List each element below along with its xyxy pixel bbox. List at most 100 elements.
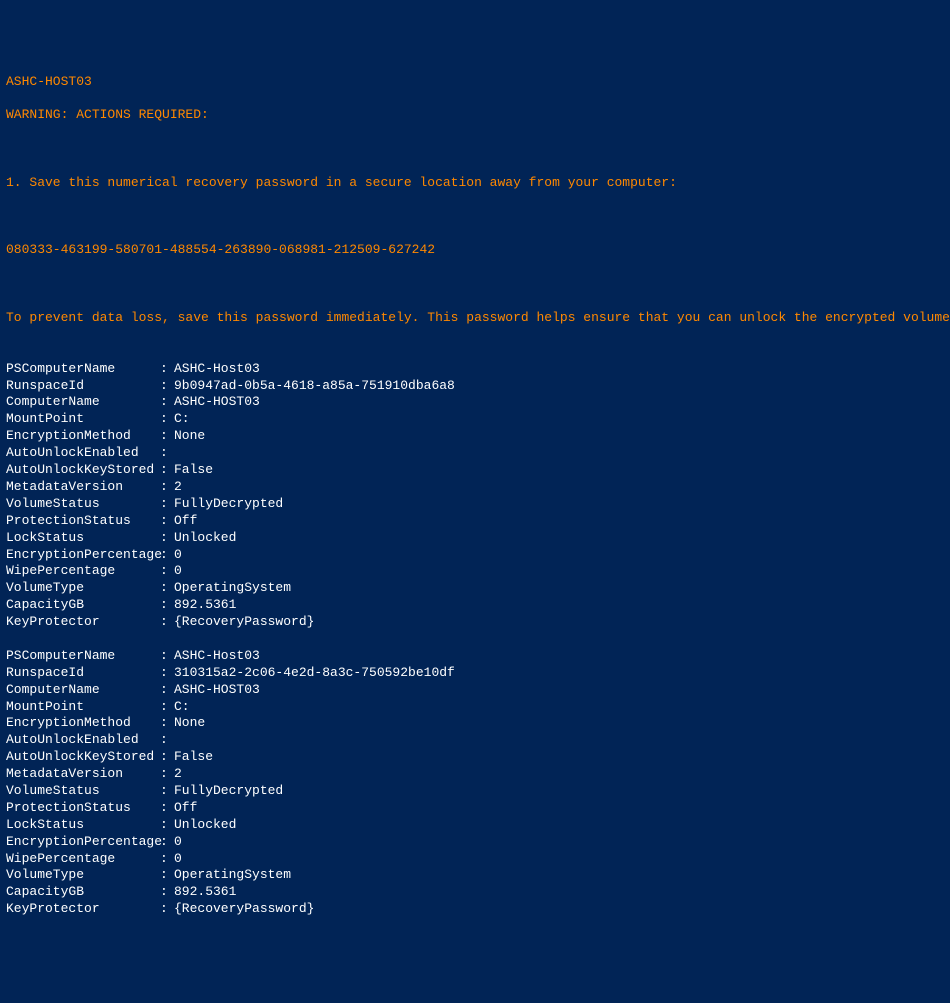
property-key: MetadataVersion: [6, 479, 160, 496]
property-key: AutoUnlockKeyStored: [6, 749, 160, 766]
property-key: MetadataVersion: [6, 766, 160, 783]
property-key: VolumeType: [6, 580, 160, 597]
property-line: EncryptionMethod:None: [6, 428, 944, 445]
property-separator: :: [160, 665, 174, 682]
property-line: ComputerName:ASHC-HOST03: [6, 394, 944, 411]
hostname-line: ASHC-HOST03: [6, 74, 944, 91]
property-separator: :: [160, 580, 174, 597]
property-line: PSComputerName:ASHC-Host03: [6, 648, 944, 665]
property-key: ProtectionStatus: [6, 800, 160, 817]
property-value: {RecoveryPassword}: [174, 901, 314, 918]
property-separator: :: [160, 597, 174, 614]
property-line: MountPoint:C:: [6, 411, 944, 428]
property-key: AutoUnlockEnabled: [6, 732, 160, 749]
warning-label: WARNING: ACTIONS REQUIRED:: [6, 107, 944, 124]
property-line: VolumeType:OperatingSystem: [6, 867, 944, 884]
property-value: C:: [174, 411, 190, 428]
property-value: ASHC-HOST03: [174, 394, 260, 411]
property-key: CapacityGB: [6, 884, 160, 901]
property-value: 2: [174, 766, 182, 783]
property-key: ComputerName: [6, 682, 160, 699]
output-blocks: PSComputerName:ASHC-Host03RunspaceId:9b0…: [6, 361, 944, 918]
property-separator: :: [160, 682, 174, 699]
property-key: ProtectionStatus: [6, 513, 160, 530]
recovery-password: 080333-463199-580701-488554-263890-06898…: [6, 242, 944, 259]
property-line: EncryptionPercentage:0: [6, 834, 944, 851]
property-key: AutoUnlockKeyStored: [6, 462, 160, 479]
property-value: None: [174, 715, 205, 732]
property-key: MountPoint: [6, 411, 160, 428]
property-key: RunspaceId: [6, 665, 160, 682]
property-key: PSComputerName: [6, 361, 160, 378]
property-value: Unlocked: [174, 530, 236, 547]
property-separator: :: [160, 715, 174, 732]
property-line: MetadataVersion:2: [6, 766, 944, 783]
property-separator: :: [160, 563, 174, 580]
property-key: RunspaceId: [6, 378, 160, 395]
property-key: PSComputerName: [6, 648, 160, 665]
property-line: ProtectionStatus:Off: [6, 800, 944, 817]
property-value: 0: [174, 563, 182, 580]
property-line: MountPoint:C:: [6, 699, 944, 716]
property-key: ComputerName: [6, 394, 160, 411]
property-key: EncryptionMethod: [6, 428, 160, 445]
property-line: AutoUnlockEnabled:: [6, 732, 944, 749]
property-value: Off: [174, 513, 197, 530]
property-separator: :: [160, 783, 174, 800]
property-value: FullyDecrypted: [174, 783, 283, 800]
property-line: VolumeStatus:FullyDecrypted: [6, 496, 944, 513]
property-separator: :: [160, 513, 174, 530]
property-key: KeyProtector: [6, 614, 160, 631]
property-line: ComputerName:ASHC-HOST03: [6, 682, 944, 699]
property-line: VolumeType:OperatingSystem: [6, 580, 944, 597]
property-value: 9b0947ad-0b5a-4618-a85a-751910dba6a8: [174, 378, 455, 395]
property-line: WipePercentage:0: [6, 563, 944, 580]
property-value: None: [174, 428, 205, 445]
property-separator: :: [160, 884, 174, 901]
property-separator: :: [160, 411, 174, 428]
property-value: C:: [174, 699, 190, 716]
instruction-line: 1. Save this numerical recovery password…: [6, 175, 944, 192]
property-separator: :: [160, 834, 174, 851]
property-value: ASHC-HOST03: [174, 682, 260, 699]
property-value: 0: [174, 851, 182, 868]
property-separator: :: [160, 428, 174, 445]
property-value: OperatingSystem: [174, 580, 291, 597]
property-line: AutoUnlockKeyStored:False: [6, 462, 944, 479]
property-line: AutoUnlockEnabled:: [6, 445, 944, 462]
property-line: MetadataVersion:2: [6, 479, 944, 496]
property-separator: :: [160, 817, 174, 834]
property-value: OperatingSystem: [174, 867, 291, 884]
property-value: 2: [174, 479, 182, 496]
property-line: CapacityGB:892.5361: [6, 597, 944, 614]
property-line: AutoUnlockKeyStored:False: [6, 749, 944, 766]
property-key: VolumeType: [6, 867, 160, 884]
blank-line-2: [6, 209, 944, 226]
property-separator: :: [160, 462, 174, 479]
property-separator: :: [160, 378, 174, 395]
property-separator: :: [160, 479, 174, 496]
blank-line-1: [6, 141, 944, 158]
property-value: ASHC-Host03: [174, 648, 260, 665]
property-line: PSComputerName:ASHC-Host03: [6, 361, 944, 378]
property-separator: :: [160, 901, 174, 918]
property-line: KeyProtector:{RecoveryPassword}: [6, 614, 944, 631]
property-line: VolumeStatus:FullyDecrypted: [6, 783, 944, 800]
property-separator: :: [160, 496, 174, 513]
property-line: ProtectionStatus:Off: [6, 513, 944, 530]
property-line: KeyProtector:{RecoveryPassword}: [6, 901, 944, 918]
property-separator: :: [160, 749, 174, 766]
property-line: LockStatus:Unlocked: [6, 530, 944, 547]
property-separator: :: [160, 732, 174, 749]
property-value: 0: [174, 547, 182, 564]
property-line: RunspaceId:310315a2-2c06-4e2d-8a3c-75059…: [6, 665, 944, 682]
property-value: Off: [174, 800, 197, 817]
property-value: ASHC-Host03: [174, 361, 260, 378]
property-value: False: [174, 462, 213, 479]
property-key: LockStatus: [6, 530, 160, 547]
property-separator: :: [160, 800, 174, 817]
property-line: WipePercentage:0: [6, 851, 944, 868]
blank-line: [6, 631, 944, 648]
property-key: CapacityGB: [6, 597, 160, 614]
property-key: LockStatus: [6, 817, 160, 834]
